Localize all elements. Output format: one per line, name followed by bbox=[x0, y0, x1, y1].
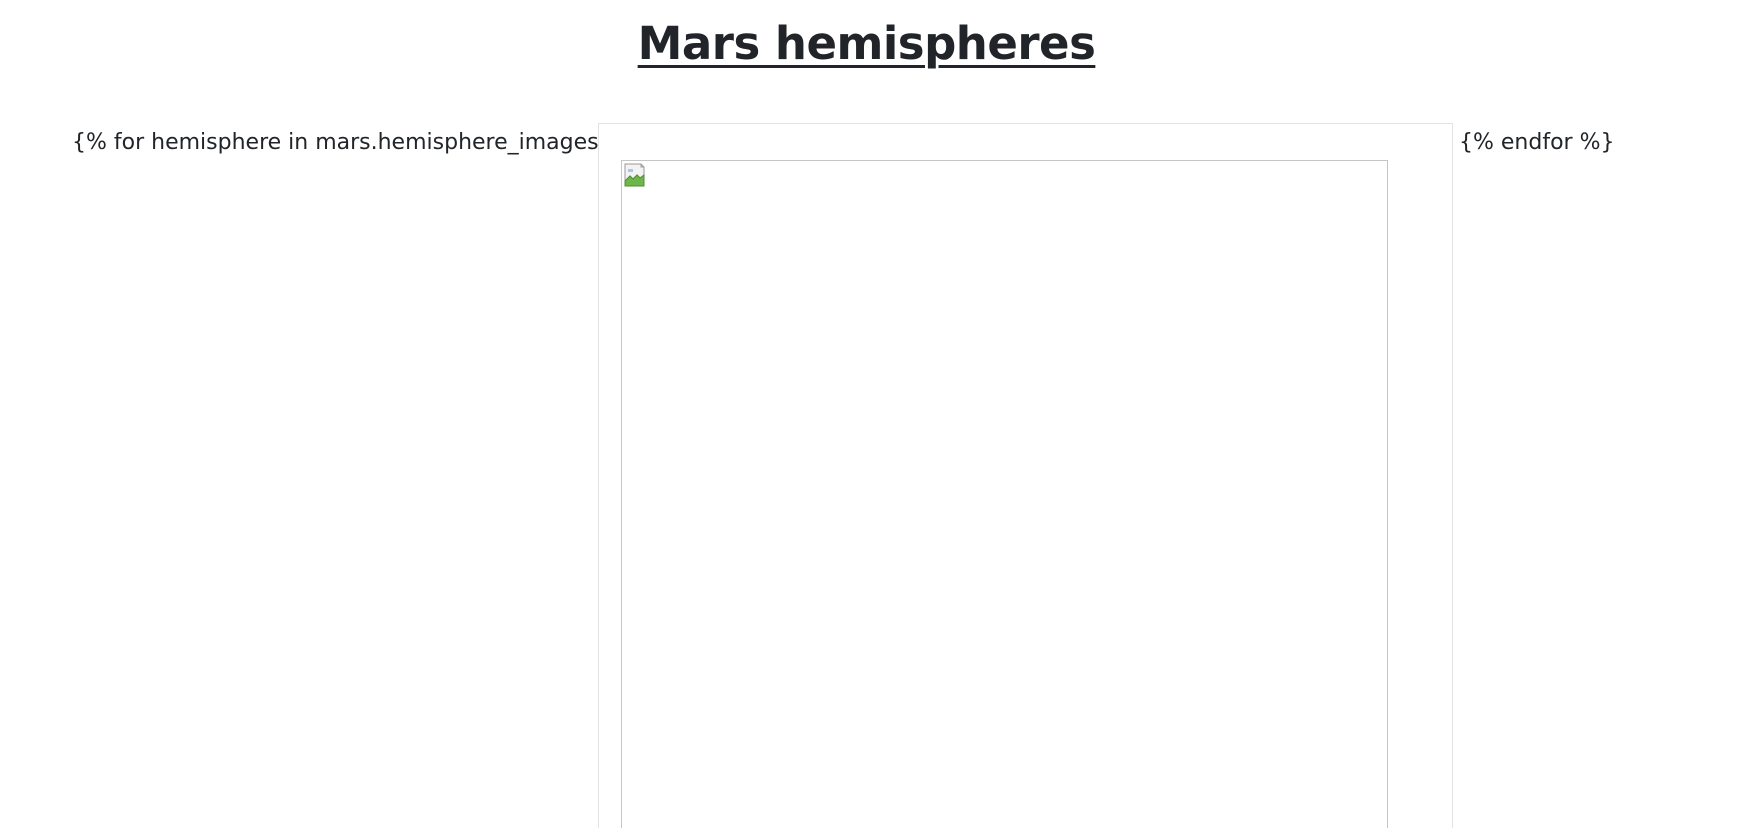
template-endfor-tag: {% endfor %} bbox=[1459, 130, 1615, 155]
hemisphere-image[interactable] bbox=[621, 160, 1388, 828]
template-for-tag: {% for hemisphere in mars.hemisphere_ima… bbox=[72, 130, 641, 155]
hemisphere-thumbnail-card[interactable] bbox=[598, 123, 1453, 828]
page-title: Mars hemispheres bbox=[637, 17, 1096, 70]
broken-image-icon bbox=[624, 163, 645, 187]
page: Mars hemispheres {% for hemisphere in ma… bbox=[0, 0, 1753, 828]
